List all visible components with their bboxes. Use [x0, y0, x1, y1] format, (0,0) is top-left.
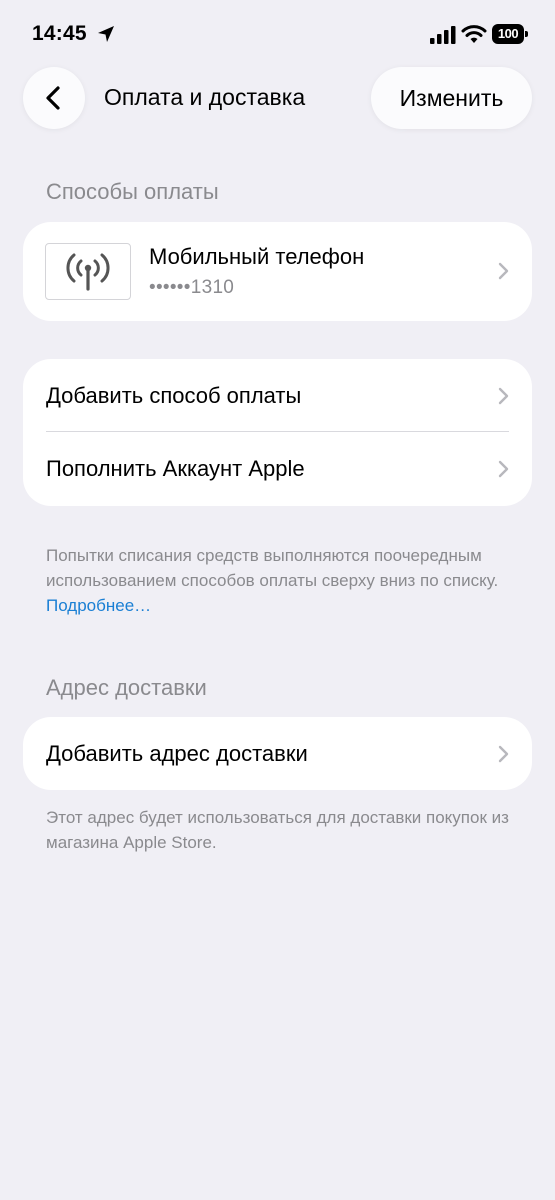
status-time: 14:45: [32, 22, 87, 45]
add-payment-method-row[interactable]: Добавить способ оплаты: [23, 359, 532, 432]
payment-order-note: Попытки списания средств выполняются поо…: [46, 543, 516, 618]
battery-level: 100: [492, 24, 524, 44]
payment-methods-header: Способы оплаты: [46, 179, 219, 204]
status-bar: 14:45 100: [0, 0, 555, 60]
add-payment-method-label: Добавить способ оплаты: [46, 383, 302, 408]
chevron-right-icon: [498, 387, 509, 405]
payment-method-number: ••••••1310: [149, 277, 235, 298]
shipping-note: Этот адрес будет использоваться для дост…: [46, 808, 509, 852]
payment-order-note-text: Попытки списания средств выполняются поо…: [46, 546, 499, 590]
location-arrow-icon: [98, 26, 114, 42]
learn-more-link[interactable]: Подробнее…: [46, 596, 151, 615]
shipping-address-header: Адрес доставки: [46, 675, 207, 700]
chevron-right-icon: [498, 262, 509, 280]
chevron-right-icon: [498, 460, 509, 478]
battery-icon: 100: [492, 24, 528, 44]
payment-method-card: Мобильный телефон ••••••1310: [23, 222, 532, 321]
wifi-icon: [461, 25, 487, 43]
payment-method-row[interactable]: Мобильный телефон ••••••1310: [23, 222, 532, 321]
add-shipping-address-label: Добавить адрес доставки: [46, 741, 308, 766]
antenna-broadcast-icon: [66, 253, 110, 291]
battery-tip: [525, 31, 528, 37]
cellular-signal-icon: [430, 26, 456, 44]
chevron-left-icon: [46, 86, 60, 110]
page-title: Оплата и доставка: [104, 84, 306, 110]
payment-method-title: Мобильный телефон: [149, 244, 365, 269]
back-button[interactable]: [23, 67, 85, 129]
top-up-apple-account-row[interactable]: Пополнить Аккаунт Apple: [23, 432, 532, 506]
chevron-right-icon: [498, 745, 509, 763]
top-up-apple-account-label: Пополнить Аккаунт Apple: [46, 456, 305, 481]
edit-button[interactable]: Изменить: [371, 67, 532, 129]
add-shipping-address-row[interactable]: Добавить адрес доставки: [23, 717, 532, 790]
shipping-card: Добавить адрес доставки: [23, 717, 532, 790]
payment-method-thumbnail: [45, 243, 131, 300]
payment-actions-card: Добавить способ оплаты Пополнить Аккаунт…: [23, 359, 532, 506]
